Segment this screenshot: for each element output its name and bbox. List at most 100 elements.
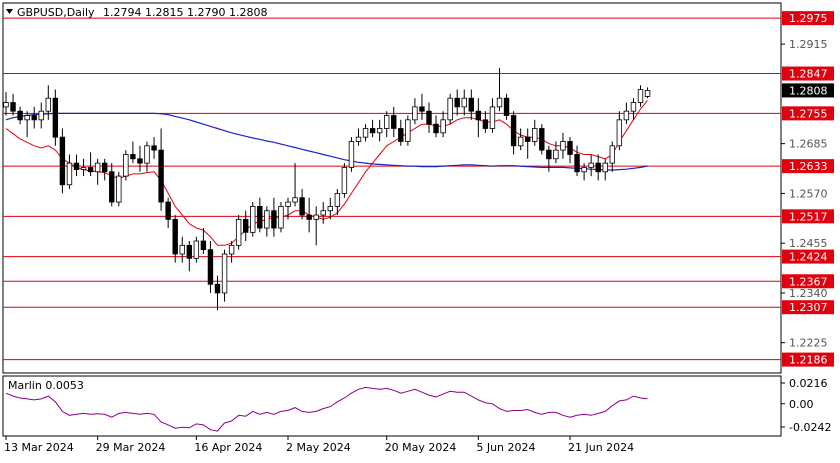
candle-body [123, 154, 129, 177]
candle-body [186, 244, 192, 259]
symbol-label: GBPUSD,Daily [17, 6, 95, 19]
candle [59, 128, 66, 194]
candle-body [66, 162, 73, 186]
candle [235, 215, 242, 250]
time-tick-label: 20 May 2024 [385, 441, 457, 454]
candle-body [257, 205, 263, 229]
candle-body [179, 244, 185, 255]
candle-body [87, 167, 94, 173]
candle-body [616, 119, 623, 147]
candle-body [137, 158, 143, 164]
candle-body [419, 106, 425, 112]
candle-body [299, 197, 305, 216]
price-tick-label: 1.2225 [789, 337, 828, 350]
candle-body [609, 145, 615, 164]
candle-body [193, 240, 200, 259]
candle-body [278, 205, 284, 229]
time-tick-label: 13 Mar 2024 [4, 441, 74, 454]
indicator-label: Marlin 0.0053 [8, 379, 84, 392]
indicator-tick-label: 0.00 [789, 398, 814, 411]
candle-body [391, 115, 397, 129]
candle-body [468, 97, 474, 112]
candle-body [242, 218, 249, 233]
candle-body [158, 149, 164, 203]
candle [123, 150, 129, 181]
ohlc-values: 1.2794 1.2815 1.2790 1.2808 [103, 6, 267, 19]
candle [447, 93, 453, 125]
candle-body [3, 102, 9, 108]
candle [405, 115, 411, 146]
candle-body [151, 145, 157, 151]
candle-body [440, 119, 446, 134]
candle-body [17, 110, 23, 121]
candle-body [623, 110, 630, 121]
candle-body [306, 214, 312, 220]
candle [539, 124, 545, 155]
price-tick-label: 1.2455 [789, 237, 828, 250]
candle-body [412, 106, 418, 121]
candle-body [341, 167, 348, 194]
candle-body [264, 210, 270, 229]
candle-body [235, 218, 242, 246]
candle-body [313, 214, 319, 220]
candle-body [525, 136, 531, 142]
price-tick-label: 1.2340 [789, 287, 828, 300]
candle-body [567, 141, 573, 155]
level-tag-label: 1.2975 [789, 12, 828, 25]
candle-body [73, 162, 80, 171]
candle-body [228, 244, 235, 255]
level-tag-label: 1.2633 [789, 160, 828, 173]
candle-body [560, 141, 566, 151]
candle [52, 89, 59, 146]
candle-body [327, 205, 333, 212]
candle-body [510, 115, 517, 147]
candle-body [383, 115, 390, 129]
level-tag-label: 1.2367 [789, 275, 828, 288]
candle-body [52, 97, 59, 138]
candle-body [207, 249, 214, 285]
time-tick-label: 5 Jun 2024 [476, 441, 535, 454]
chart: 1.2915 1.2685 1.2570 1.2455 1.2340 1.2225 1.29… [0, 0, 840, 459]
candle-body [595, 162, 601, 173]
level-tag-label: 1.2517 [789, 210, 828, 223]
candle-body [369, 128, 376, 134]
candle-body [398, 128, 404, 142]
candle-body [200, 240, 207, 251]
price-axis: 1.2915 1.2685 1.2570 1.2455 1.2340 1.2225 1.29… [781, 11, 834, 434]
candle-body [503, 97, 510, 116]
candle-body [405, 119, 411, 142]
candle-body [31, 115, 37, 121]
candle-body [602, 162, 608, 173]
candle [348, 137, 355, 172]
candle [116, 171, 122, 207]
candle-body [637, 89, 644, 103]
candle-body [292, 197, 298, 203]
candle-body [496, 97, 503, 108]
candle-body [489, 106, 496, 129]
candle-body [630, 102, 637, 112]
candle-body [102, 162, 108, 173]
candle-body [532, 128, 538, 142]
candle-body [334, 193, 341, 207]
candle-body [38, 110, 44, 121]
candle-body [539, 128, 545, 151]
candle-body [109, 171, 115, 203]
level-tag-label: 1.2847 [789, 68, 828, 81]
candle-body [80, 167, 87, 171]
candle-body [517, 136, 524, 147]
candle-body [214, 283, 221, 294]
candle-body [588, 162, 594, 168]
level-tag-label: 1.2755 [789, 107, 828, 120]
candle-body [165, 201, 171, 220]
indicator-tick-label: 0.0216 [789, 377, 828, 390]
candle-body [271, 210, 277, 229]
price-tick-label: 1.2570 [789, 187, 828, 200]
candle-body [24, 115, 30, 121]
candle-body [172, 218, 178, 255]
candle-body [426, 110, 432, 125]
time-axis: 13 Mar 2024 29 Mar 2024 16 Apr 2024 2 May 2… [4, 436, 634, 454]
price-tick-label: 1.2915 [789, 38, 828, 51]
level-tag-label: 1.2307 [789, 301, 828, 314]
candle-body [144, 145, 150, 164]
level-tag-label: 1.2424 [789, 251, 828, 264]
